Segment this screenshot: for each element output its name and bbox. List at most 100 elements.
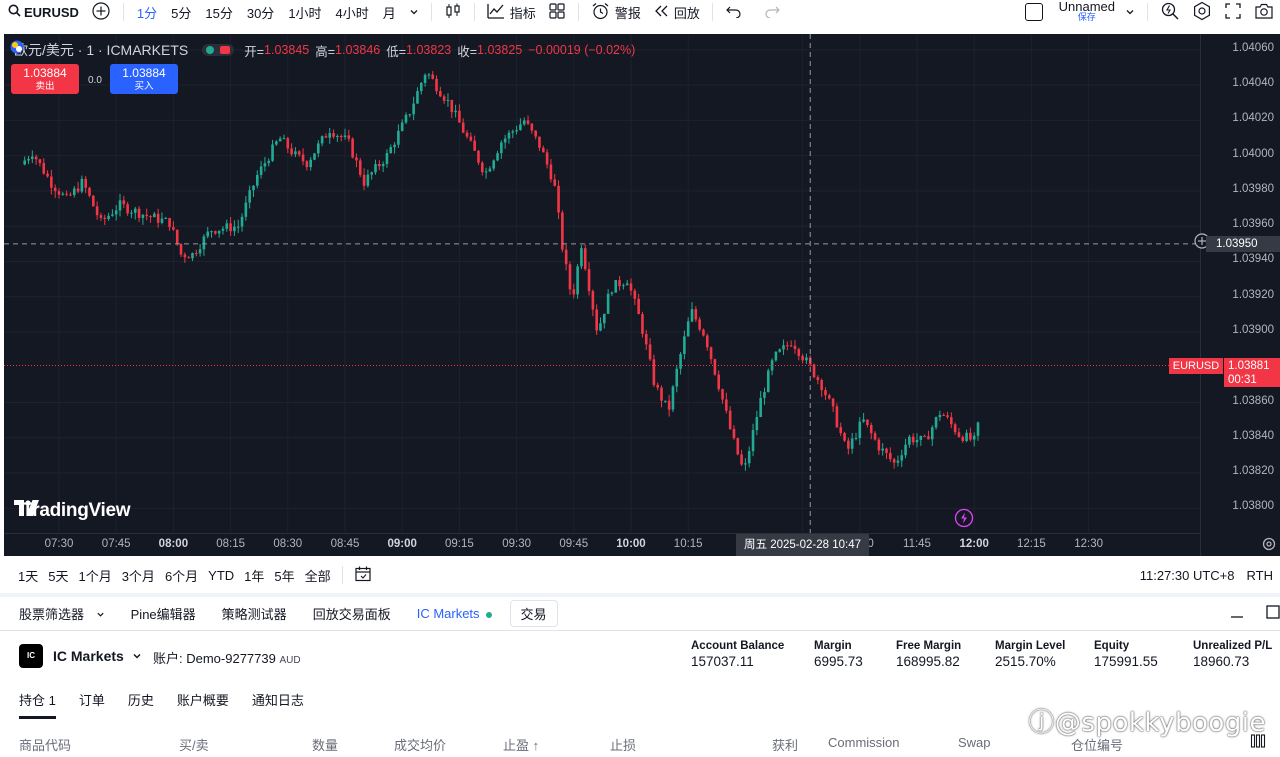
tab-stock-screener[interactable]: 股票筛选器 bbox=[11, 604, 113, 623]
session-button[interactable]: RTH bbox=[1247, 568, 1273, 583]
candlestick-plot[interactable] bbox=[4, 34, 1200, 533]
tradingview-logo[interactable]: TradingView bbox=[14, 500, 131, 522]
candle-body bbox=[57, 191, 61, 195]
symbol-search-button[interactable]: EURUSD bbox=[0, 0, 85, 24]
quick-search-button[interactable] bbox=[1154, 0, 1186, 24]
interval-dropdown[interactable] bbox=[403, 0, 425, 24]
crosshair-time-label: 周五 2025-02-28 10:47 bbox=[736, 534, 869, 556]
col-side[interactable]: 买/卖 bbox=[179, 735, 209, 754]
tab-ic-markets[interactable]: IC Markets bbox=[409, 606, 500, 621]
layout-dropdown[interactable] bbox=[1119, 0, 1141, 24]
time-axis[interactable]: 07:30 07:45 08:00 08:15 08:30 08:45 09:00 09:15… bbox=[4, 533, 1200, 556]
candle-body bbox=[34, 156, 38, 160]
candle bbox=[576, 263, 579, 299]
market-status[interactable] bbox=[202, 44, 235, 56]
candle-body bbox=[141, 214, 145, 218]
interval-1h[interactable]: 1小时 bbox=[281, 0, 328, 24]
tab-trade[interactable]: 交易 bbox=[509, 600, 558, 627]
candle-body bbox=[187, 257, 190, 259]
candle-body bbox=[713, 359, 717, 375]
candle-body bbox=[31, 156, 34, 159]
replay-button[interactable]: 回放 bbox=[647, 0, 706, 24]
candle-body bbox=[503, 138, 507, 143]
candle-body bbox=[259, 166, 263, 175]
tab-orders[interactable]: 订单 bbox=[79, 687, 105, 719]
layout-name-button[interactable]: Unnamed 保存 bbox=[1055, 0, 1119, 23]
interval-15m[interactable]: 15分 bbox=[198, 0, 239, 24]
broker-selector[interactable]: IC Markets bbox=[53, 648, 142, 664]
range-1y[interactable]: 1年 bbox=[239, 566, 269, 585]
candle bbox=[42, 158, 46, 175]
tab-replay-trading[interactable]: 回放交易面板 bbox=[305, 604, 399, 623]
range-6m[interactable]: 6个月 bbox=[160, 566, 203, 585]
tab-pine-editor[interactable]: Pine编辑器 bbox=[123, 604, 204, 623]
candle bbox=[568, 261, 572, 295]
tab-history[interactable]: 历史 bbox=[128, 687, 154, 719]
candle-body bbox=[484, 171, 488, 173]
col-swap[interactable]: Swap bbox=[958, 735, 991, 750]
candle bbox=[133, 206, 137, 220]
interval-30m[interactable]: 30分 bbox=[240, 0, 281, 24]
col-commission[interactable]: Commission bbox=[828, 735, 900, 750]
close-label: 收= bbox=[457, 44, 478, 59]
compare-button[interactable] bbox=[85, 0, 117, 24]
fullscreen-button[interactable] bbox=[1218, 0, 1248, 24]
candle-body bbox=[694, 309, 698, 320]
candle bbox=[118, 193, 122, 217]
range-ytd[interactable]: YTD bbox=[203, 568, 239, 583]
range-1d[interactable]: 1天 bbox=[13, 566, 43, 585]
crosshair-price-label: 1.03950 bbox=[1206, 235, 1280, 252]
indicators-button[interactable]: 指标 bbox=[481, 0, 542, 24]
screenshot-button[interactable] bbox=[1248, 0, 1280, 24]
layout-checkbox[interactable] bbox=[1024, 3, 1043, 21]
col-stop-loss[interactable]: 止损 bbox=[610, 735, 636, 754]
minimize-icon[interactable] bbox=[1230, 605, 1244, 624]
interval-month[interactable]: 月 bbox=[376, 0, 403, 24]
calendar-icon bbox=[354, 566, 372, 586]
buy-button[interactable]: 1.03884 买入 bbox=[110, 64, 178, 94]
candle bbox=[671, 385, 675, 413]
settings-button[interactable] bbox=[1186, 0, 1218, 24]
tab-positions[interactable]: 持仓 1 bbox=[19, 687, 56, 719]
interval-4h[interactable]: 4小时 bbox=[329, 0, 376, 24]
layouts-button[interactable] bbox=[542, 0, 572, 24]
clock-timezone[interactable]: 11:27:30 UTC+8 bbox=[1140, 568, 1235, 583]
col-avg-price[interactable]: 成交均价 bbox=[394, 735, 446, 754]
candle-body bbox=[286, 138, 290, 149]
tab-account-summary[interactable]: 账户概要 bbox=[177, 687, 229, 719]
interval-1m[interactable]: 1分 bbox=[130, 0, 164, 24]
legend-symbol[interactable]: 欧元/美元 · 1 · ICMARKETS bbox=[14, 40, 188, 60]
time-tick: 08:30 bbox=[273, 538, 303, 550]
undo-button[interactable] bbox=[719, 0, 749, 24]
candle bbox=[343, 128, 347, 140]
tab-notifications-log[interactable]: 通知日志 bbox=[252, 687, 304, 719]
interval-5m[interactable]: 5分 bbox=[164, 0, 198, 24]
price-tick: 1.04060 bbox=[1232, 41, 1274, 54]
col-symbol[interactable]: 商品代码 bbox=[19, 735, 71, 754]
goto-date-button[interactable] bbox=[349, 565, 377, 586]
col-profit[interactable]: 获利 bbox=[772, 735, 798, 754]
range-5y[interactable]: 5年 bbox=[269, 566, 299, 585]
separator bbox=[1147, 3, 1148, 21]
candle-body bbox=[378, 164, 381, 167]
alerts-button[interactable]: 警报 bbox=[585, 0, 647, 24]
maximize-icon[interactable] bbox=[1266, 604, 1280, 624]
candle bbox=[255, 170, 259, 189]
range-5d[interactable]: 5天 bbox=[43, 566, 73, 585]
chart-type-button[interactable] bbox=[438, 0, 468, 24]
tab-strategy-tester[interactable]: 策略测试器 bbox=[214, 604, 295, 623]
candle bbox=[919, 435, 923, 446]
price-tick: 1.04020 bbox=[1232, 112, 1274, 125]
candle-body bbox=[221, 228, 225, 231]
chart-pane[interactable]: 欧元/美元 · 1 · ICMARKETS 开= 1.03845 高= 1.0384… bbox=[4, 34, 1280, 556]
sell-button[interactable]: 1.03884 卖出 bbox=[11, 64, 79, 94]
range-all[interactable]: 全部 bbox=[300, 566, 336, 585]
col-qty[interactable]: 数量 bbox=[312, 735, 338, 754]
range-3m[interactable]: 3个月 bbox=[117, 566, 160, 585]
time-tick: 12:15 bbox=[1017, 538, 1046, 550]
redo-button[interactable] bbox=[749, 0, 787, 24]
account-selector[interactable]: 账户: Demo-9277739 AUD bbox=[153, 648, 301, 667]
col-take-profit[interactable]: 止盈 ↑ bbox=[503, 735, 539, 754]
range-1m[interactable]: 1个月 bbox=[73, 566, 116, 585]
price-axis[interactable]: 1.04060 1.04040 1.04020 1.04000 1.03980 1.039… bbox=[1194, 34, 1280, 556]
